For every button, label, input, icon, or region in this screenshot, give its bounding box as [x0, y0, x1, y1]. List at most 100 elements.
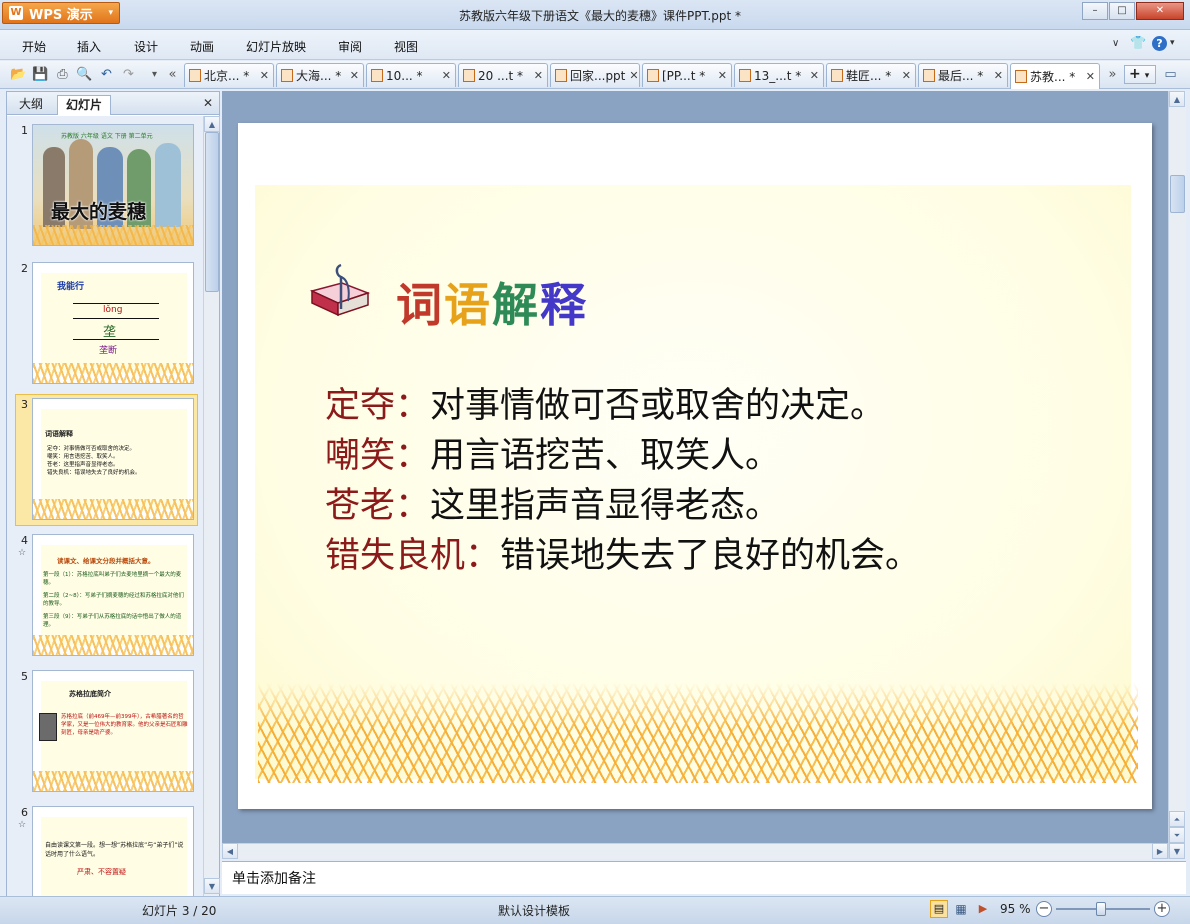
- normal-view-button[interactable]: ▤: [930, 900, 948, 918]
- new-tab-button[interactable]: + ▾: [1124, 65, 1156, 84]
- doc-tab[interactable]: 13_...t * ✕: [734, 63, 824, 87]
- doc-tab[interactable]: 北京... * ✕: [184, 63, 274, 87]
- scroll-down-button[interactable]: ▼: [1169, 843, 1185, 859]
- doc-tab[interactable]: 最后... * ✕: [918, 63, 1008, 87]
- slide-thumbnail-4[interactable]: 读课文、给课文分段并概括大意。 第一段（1）：苏格拉底叫弟子们去麦地里摘一个最大…: [32, 534, 194, 656]
- scroll-right-button[interactable]: ▶: [1152, 843, 1168, 859]
- vertical-scrollbar[interactable]: ▲ ⏶ ⏷ ▼: [1168, 91, 1186, 859]
- close-tab-icon[interactable]: ✕: [1082, 70, 1095, 83]
- zoom-in-button[interactable]: +: [1154, 901, 1170, 917]
- doc-tab[interactable]: 大海... * ✕: [276, 63, 364, 87]
- scroll-up-button[interactable]: ▲: [1169, 91, 1185, 107]
- menu-animation[interactable]: 动画: [190, 38, 214, 55]
- menu-design[interactable]: 设计: [134, 38, 158, 55]
- slide-thumbnail-1[interactable]: 苏教版 六年级 语文 下册 第二单元 最大的麦穗: [32, 124, 194, 246]
- close-tab-icon[interactable]: ✕: [346, 69, 359, 82]
- ppt-file-icon: [555, 69, 567, 82]
- definition-term: 定夺：: [325, 386, 431, 426]
- tab-outline[interactable]: 大纲: [11, 95, 51, 115]
- thumbnail-scrollbar[interactable]: ▲ ▼: [203, 116, 220, 896]
- slide-number: 6: [21, 806, 28, 819]
- thumb-text: 垄: [103, 325, 117, 340]
- maximize-button[interactable]: □: [1109, 2, 1135, 20]
- tabs-scroll-right-icon[interactable]: »: [1104, 66, 1121, 83]
- thumb-subtitle: 苏教版 六年级 语文 下册 第二单元: [61, 133, 153, 140]
- slide-thumbnail-5[interactable]: 苏格拉底简介 苏格拉底（前469年—前399年），古希腊著名的哲学家，又是一位伟…: [32, 670, 194, 792]
- wheat-decoration: [33, 499, 193, 519]
- redo-icon[interactable]: ↷: [120, 66, 137, 83]
- slide-sorter-button[interactable]: ▦: [952, 900, 970, 918]
- current-slide[interactable]: 词语解释 定夺：对事情做可否或取舍的决定。 嘲笑：用言语挖苦、取笑人。 苍老：这…: [238, 123, 1152, 809]
- wheat-decoration: [33, 363, 193, 383]
- skin-icon[interactable]: 👕: [1130, 36, 1146, 51]
- doc-tab[interactable]: 鞋匠... * ✕: [826, 63, 916, 87]
- scroll-thumb[interactable]: [1170, 175, 1185, 213]
- print-icon[interactable]: ⎙: [54, 66, 71, 83]
- title-char: 词: [396, 278, 444, 332]
- tab-slides[interactable]: 幻灯片: [57, 95, 112, 115]
- quick-toolbar: 📂 💾 ⎙ 🔍 ↶ ↷ ▾ « 北京... * ✕ 大海... * ✕ 10... …: [0, 61, 1190, 89]
- close-tab-icon[interactable]: ✕: [438, 69, 451, 82]
- print-preview-icon[interactable]: 🔍: [76, 66, 93, 83]
- menu-slideshow[interactable]: 幻灯片放映: [246, 38, 306, 55]
- doc-tab[interactable]: 10... * ✕: [366, 63, 456, 87]
- minimize-button[interactable]: –: [1082, 2, 1108, 20]
- doc-tab-active[interactable]: 苏教... * ✕: [1010, 63, 1100, 89]
- slideshow-button[interactable]: ▶: [974, 900, 992, 918]
- close-window-button[interactable]: ✕: [1136, 2, 1184, 20]
- menu-bar: 开始 插入 设计 动画 幻灯片放映 审阅 视图 ∨ 👕 ? ▾: [0, 30, 1190, 60]
- scroll-up-button[interactable]: ▲: [204, 116, 220, 132]
- tab-list-icon[interactable]: ▭: [1162, 66, 1179, 83]
- scroll-thumb[interactable]: [205, 132, 219, 292]
- definition-row: 嘲笑：用言语挖苦、取笑人。: [325, 427, 780, 478]
- close-tab-icon[interactable]: ✕: [530, 69, 543, 82]
- undo-icon[interactable]: ↶: [98, 66, 115, 83]
- save-icon[interactable]: 💾: [32, 66, 49, 83]
- definition-text: 这里指声音显得老态。: [430, 486, 781, 526]
- title-char: 语: [444, 278, 492, 332]
- slide-number: 4: [21, 534, 28, 547]
- scroll-down-button[interactable]: ▼: [204, 878, 220, 894]
- slide-thumbnail-2[interactable]: 我能行 lǒng 垄 垄断: [32, 262, 194, 384]
- close-tab-icon[interactable]: ✕: [714, 69, 727, 82]
- scroll-left-button[interactable]: ◀: [222, 843, 238, 859]
- thumb-title: 我能行: [57, 282, 85, 292]
- doc-tab[interactable]: 20 ...t * ✕: [458, 63, 548, 87]
- wps-app-menu-button[interactable]: W WPS 演示 ▾: [2, 2, 120, 24]
- close-tab-icon[interactable]: ✕: [806, 69, 819, 82]
- pane-tabs: 大纲 幻灯片 ✕: [7, 92, 219, 115]
- tabs-scroll-left-icon[interactable]: «: [164, 66, 181, 83]
- menu-home[interactable]: 开始: [22, 38, 46, 55]
- thumb-text: 第一段（1）：苏格拉底叫弟子们去麦地里摘一个最大的麦穗。 第二段（2~8）：写弟…: [43, 571, 185, 629]
- close-pane-icon[interactable]: ✕: [203, 96, 213, 110]
- close-tab-icon[interactable]: ✕: [990, 69, 1003, 82]
- line-divider: [73, 339, 159, 340]
- horizontal-scrollbar[interactable]: ◀ ▶: [222, 843, 1168, 859]
- slides-pane: 大纲 幻灯片 ✕ 1 苏教版 六年级 语文 下册 第二单元 最大的麦穗 2 我能…: [6, 91, 220, 896]
- line-divider: [73, 303, 159, 304]
- slide-thumbnail-3[interactable]: 词语解释 定夺：对事情做可否或取舍的决定。 嘲笑：用言语挖苦、取笑人。 苍老：这…: [32, 398, 194, 520]
- help-dropdown-icon[interactable]: ▾: [1170, 38, 1175, 48]
- doc-tab[interactable]: 回家...ppt ✕: [550, 63, 640, 87]
- zoom-slider-thumb[interactable]: [1096, 902, 1106, 916]
- help-icon[interactable]: ?: [1152, 36, 1167, 51]
- slide-thumbnail-6[interactable]: 自由读课文第一段。想一想“苏格拉底”与“弟子们”说话时用了什么语气。 严肃、不容…: [32, 806, 194, 896]
- notes-area[interactable]: 单击添加备注: [222, 861, 1186, 894]
- menu-insert[interactable]: 插入: [77, 38, 101, 55]
- collapse-ribbon-icon[interactable]: ∨: [1112, 38, 1119, 49]
- next-slide-button[interactable]: ⏷: [1169, 827, 1185, 843]
- menu-review[interactable]: 审阅: [338, 38, 362, 55]
- definition-row: 定夺：对事情做可否或取舍的决定。: [325, 377, 885, 428]
- close-tab-icon[interactable]: ✕: [625, 69, 638, 82]
- menu-view[interactable]: 视图: [394, 38, 418, 55]
- slide-number: 5: [21, 670, 28, 683]
- customize-toolbar-icon[interactable]: ▾: [146, 66, 163, 83]
- close-tab-icon[interactable]: ✕: [898, 69, 911, 82]
- wheat-decoration: [258, 683, 1138, 783]
- doc-tab[interactable]: [PP...t * ✕: [642, 63, 732, 87]
- close-tab-icon[interactable]: ✕: [256, 69, 269, 82]
- zoom-out-button[interactable]: −: [1036, 901, 1052, 917]
- wheat-decoration: [33, 771, 193, 791]
- prev-slide-button[interactable]: ⏶: [1169, 811, 1185, 827]
- open-icon[interactable]: 📂: [10, 66, 27, 83]
